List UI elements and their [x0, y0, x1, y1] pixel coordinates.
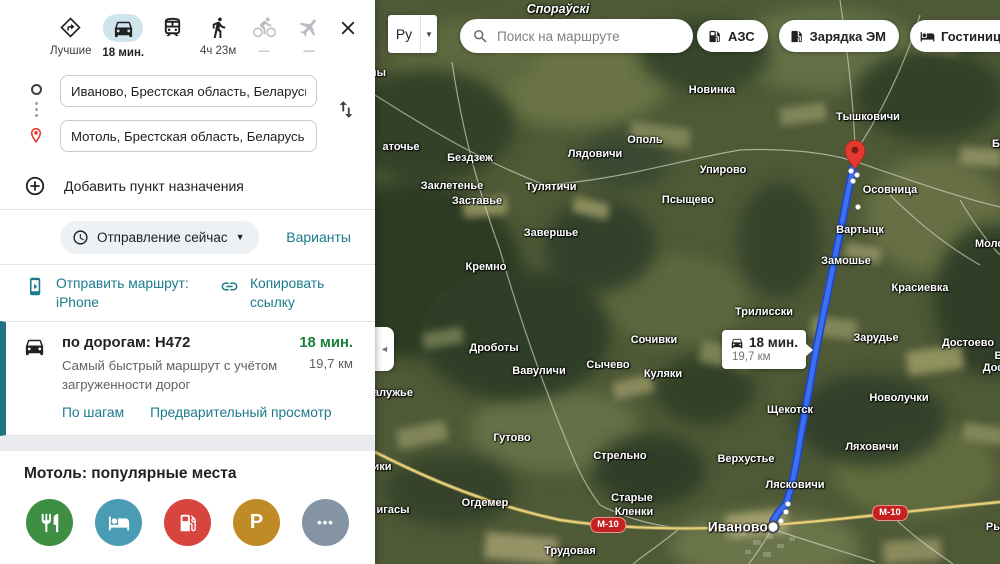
- filter-label: Зарядка ЭМ: [810, 29, 886, 44]
- best-routes-label: Лучшие: [50, 45, 91, 57]
- add-destination-button[interactable]: Добавить пункт назначения: [0, 162, 375, 209]
- plane-icon: [296, 14, 322, 40]
- tab-best-routes[interactable]: Лучшие: [50, 14, 91, 57]
- maps-route-app: Лучшие 18 мин. 4ч 23м: [0, 0, 1000, 564]
- gas-stations-filter-button[interactable]: АЗС: [697, 20, 768, 52]
- chevron-down-icon[interactable]: ▼: [421, 30, 437, 39]
- tooltip-distance: 19,7 км: [732, 351, 798, 363]
- clock-icon: [72, 229, 89, 246]
- route-description: Самый быстрый маршрут с учётом загруженн…: [62, 356, 309, 394]
- preview-link[interactable]: Предварительный просмотр: [150, 405, 332, 420]
- route-start-marker: [767, 521, 778, 532]
- route-options-link[interactable]: Варианты: [286, 229, 351, 245]
- send-to-phone-label: Отправить маршрут: iPhone: [56, 274, 211, 312]
- chevron-down-icon: ▼: [236, 232, 245, 242]
- ev-charging-filter-button[interactable]: Зарядка ЭМ: [779, 20, 899, 52]
- plus-circle-icon: [24, 175, 46, 197]
- filter-label: АЗС: [728, 29, 755, 44]
- route-endpoints: [0, 62, 375, 162]
- close-directions-button[interactable]: [337, 17, 359, 44]
- copy-link-label: Копировать ссылку: [250, 274, 355, 312]
- route-title: по дорогам: Н472: [62, 335, 299, 351]
- section-separator: [0, 436, 375, 451]
- fuel-pump-icon: [707, 29, 722, 44]
- search-input[interactable]: [497, 29, 681, 44]
- send-to-phone-button[interactable]: Отправить маршрут: iPhone: [26, 274, 220, 312]
- route-duration: 18 мин.: [299, 335, 353, 351]
- fuel-pump-icon: [177, 512, 199, 534]
- endpoint-icons: [24, 62, 48, 149]
- filter-label: Гостиницы: [941, 29, 1000, 44]
- popular-places-buttons: P •••: [24, 499, 351, 546]
- departure-time-dropdown[interactable]: Отправление сейчас ▼: [60, 221, 259, 254]
- close-icon: [337, 17, 359, 39]
- route-distance: 19,7 км: [309, 356, 353, 394]
- walking-time-label: 4ч 23м: [200, 45, 236, 57]
- departure-row: Отправление сейчас ▼ Варианты: [0, 210, 375, 264]
- tab-driving[interactable]: 18 мин.: [102, 14, 144, 59]
- swap-endpoints-button[interactable]: [335, 99, 357, 126]
- satellite-map-art: [375, 0, 1000, 564]
- bed-icon: [920, 29, 935, 44]
- origin-input[interactable]: [60, 75, 317, 107]
- transit-icon: [159, 14, 185, 40]
- car-icon: [103, 14, 143, 42]
- copy-link-button[interactable]: Копировать ссылку: [220, 274, 355, 312]
- more-dots-icon: •••: [317, 515, 334, 530]
- route-dots-icon: [35, 102, 38, 117]
- collapse-panel-button[interactable]: ◄: [375, 327, 394, 371]
- car-icon: [6, 335, 62, 435]
- car-icon: [730, 336, 744, 350]
- cycling-time-placeholder: —: [258, 45, 270, 57]
- origin-circle-icon: [31, 84, 42, 95]
- destination-pin-icon: [26, 124, 46, 149]
- chevron-left-icon: ◄: [380, 344, 389, 354]
- hotels-filter-button[interactable]: Гостиницы: [910, 20, 1000, 52]
- link-icon: [220, 277, 239, 296]
- route-panel: Лучшие 18 мин. 4ч 23м: [0, 0, 375, 564]
- popular-places-section: Мотоль: популярные места P •••: [0, 451, 375, 546]
- language-label: Ру: [388, 16, 421, 52]
- walk-icon: [205, 14, 231, 40]
- swap-vertical-icon: [335, 99, 357, 121]
- driving-time-label: 18 мин.: [102, 47, 144, 59]
- popular-gas-stations-button[interactable]: [164, 499, 211, 546]
- parking-icon: P: [250, 511, 263, 534]
- share-row: Отправить маршрут: iPhone Копировать ссы…: [0, 265, 375, 321]
- best-routes-icon: [58, 14, 84, 40]
- tooltip-duration: 18 мин.: [749, 335, 798, 350]
- bed-icon: [108, 512, 130, 534]
- flight-time-placeholder: —: [303, 45, 315, 57]
- popular-places-title: Мотоль: популярные места: [24, 465, 351, 483]
- send-to-phone-icon: [26, 277, 45, 296]
- steps-link[interactable]: По шагам: [62, 405, 124, 420]
- restaurant-icon: [39, 512, 61, 534]
- popular-parking-button[interactable]: P: [233, 499, 280, 546]
- search-icon: [472, 28, 489, 45]
- tab-flight[interactable]: —: [292, 14, 326, 57]
- popular-restaurants-button[interactable]: [26, 499, 73, 546]
- travel-mode-tabs: Лучшие 18 мин. 4ч 23м: [0, 0, 375, 62]
- route-result-card[interactable]: по дорогам: Н472 18 мин. Самый быстрый м…: [0, 321, 375, 436]
- ev-charger-icon: [789, 29, 804, 44]
- map-canvas[interactable]: СпораўскіныНовинкаТышковичиОпольБуаточье…: [375, 0, 1000, 564]
- tab-walking[interactable]: 4ч 23м: [200, 14, 236, 57]
- route-info-tooltip[interactable]: 18 мин. 19,7 км: [722, 330, 806, 369]
- tab-transit[interactable]: [155, 14, 189, 40]
- popular-more-button[interactable]: •••: [302, 499, 349, 546]
- departure-label: Отправление сейчас: [97, 230, 228, 245]
- destination-input[interactable]: [60, 120, 317, 152]
- map-filter-buttons: АЗС Зарядка ЭМ Гостиницы: [697, 20, 1000, 52]
- popular-hotels-button[interactable]: [95, 499, 142, 546]
- map-language-button[interactable]: Ру ▼: [388, 15, 437, 53]
- bike-icon: [251, 14, 277, 40]
- search-along-route[interactable]: [460, 19, 693, 53]
- tab-cycling[interactable]: —: [247, 14, 281, 57]
- add-destination-label: Добавить пункт назначения: [64, 178, 244, 194]
